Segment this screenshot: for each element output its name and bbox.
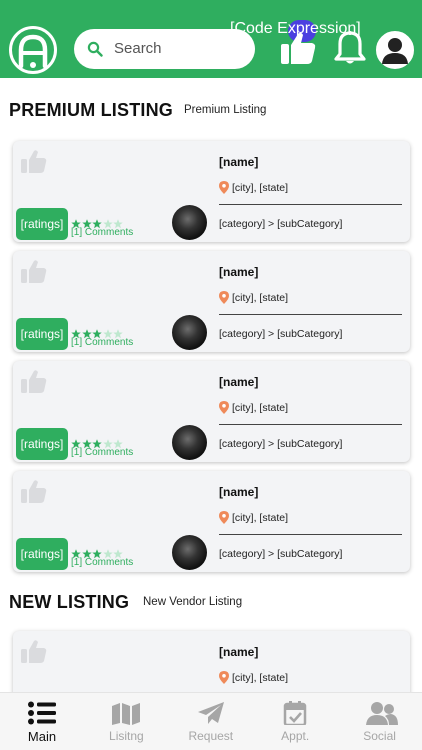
listing-card[interactable]: [name] [city], [state] [ratings] [1] Commen… — [13, 141, 410, 242]
nav-item-appt[interactable]: Appt. — [253, 693, 337, 750]
star-rating — [71, 546, 124, 559]
nav-item-label: Social — [363, 729, 396, 743]
listing-category: [category] > [subCategory] — [219, 218, 343, 230]
divider — [219, 204, 402, 205]
star-rating — [71, 326, 124, 339]
listing-category: [category] > [subCategory] — [219, 548, 343, 560]
nav-item-label: Main — [27, 729, 57, 744]
thumbs-up-icon[interactable] — [21, 480, 47, 504]
listing-card[interactable]: [name] [city], [state] — [13, 631, 410, 701]
top-bar: Search [Code Expression] — [0, 0, 422, 78]
listing-card[interactable]: [name] [city], [state] [ratings] [1] Commen… — [13, 361, 410, 462]
ratings-badge[interactable]: [ratings] — [16, 538, 68, 570]
vendor-avatar[interactable] — [172, 205, 207, 240]
ratings-badge[interactable]: [ratings] — [16, 208, 68, 240]
new-listing-subtitle: New Vendor Listing — [143, 596, 243, 608]
code-expression-overlay: [Code Expression] — [230, 20, 361, 37]
divider — [219, 534, 402, 535]
listing-location: [city], [state] — [232, 672, 289, 684]
location-pin-icon — [219, 401, 229, 414]
search-icon — [87, 41, 103, 57]
users-icon — [365, 702, 398, 725]
user-avatar[interactable] — [376, 31, 414, 69]
ratings-badge[interactable]: [ratings] — [16, 318, 68, 350]
nav-item-label: Lisitng — [109, 729, 144, 743]
ratings-badge[interactable]: [ratings] — [16, 428, 68, 460]
thumbs-up-icon[interactable] — [21, 640, 47, 664]
nav-item-main[interactable]: Main — [0, 693, 84, 750]
nav-item-request[interactable]: Request — [169, 693, 253, 750]
listing-name: [name] — [219, 485, 259, 499]
vendor-avatar[interactable] — [172, 425, 207, 460]
listing-category: [category] > [subCategory] — [219, 328, 343, 340]
location-pin-icon — [219, 511, 229, 524]
calendar-check-icon — [283, 701, 307, 725]
map-icon — [112, 703, 141, 725]
listing-name: [name] — [219, 645, 259, 659]
nav-item-lisitng[interactable]: Lisitng — [84, 693, 168, 750]
star-rating — [71, 436, 124, 449]
location-pin-icon — [219, 181, 229, 194]
paper-plane-icon — [197, 702, 224, 724]
comments-link[interactable]: [1] Comments — [71, 337, 133, 348]
location-pin-icon — [219, 291, 229, 304]
list-icon — [28, 701, 56, 725]
listing-name: [name] — [219, 155, 259, 169]
divider — [219, 424, 402, 425]
listing-location: [city], [state] — [232, 182, 289, 194]
premium-listing-subtitle: Premium Listing — [184, 104, 267, 116]
nav-item-label: Request — [188, 729, 234, 743]
search-input[interactable]: Search — [114, 40, 162, 57]
listing-category: [category] > [subCategory] — [219, 438, 343, 450]
user-icon — [382, 38, 408, 64]
thumbs-up-icon[interactable] — [21, 370, 47, 394]
app-logo[interactable] — [9, 26, 57, 74]
listing-name: [name] — [219, 265, 259, 279]
vendor-avatar[interactable] — [172, 315, 207, 350]
divider — [219, 314, 402, 315]
listing-location: [city], [state] — [232, 292, 289, 304]
listing-card[interactable]: [name] [city], [state] [ratings] [1] Commen… — [13, 471, 410, 572]
listing-name: [name] — [219, 375, 259, 389]
app-screen: Search [Code Expression] PREMIUM LISTING… — [0, 0, 422, 750]
search-bar[interactable]: Search — [74, 29, 255, 69]
thumbs-up-icon[interactable] — [21, 150, 47, 174]
star-rating — [71, 216, 124, 229]
listing-card[interactable]: [name] [city], [state] [ratings] [1] Commen… — [13, 251, 410, 352]
comments-link[interactable]: [1] Comments — [71, 447, 133, 458]
location-pin-icon — [219, 671, 229, 684]
comments-link[interactable]: [1] Comments — [71, 227, 133, 238]
logo-a-icon — [18, 34, 48, 69]
premium-listing-title: PREMIUM LISTING — [9, 100, 173, 120]
nav-item-social[interactable]: Social — [338, 693, 422, 750]
bottom-nav: Main Lisitng Request Appt. Social — [0, 692, 422, 750]
thumbs-up-icon[interactable] — [21, 260, 47, 284]
listing-location: [city], [state] — [232, 512, 289, 524]
comments-link[interactable]: [1] Comments — [71, 557, 133, 568]
listing-location: [city], [state] — [232, 402, 289, 414]
nav-item-label: Appt. — [281, 729, 310, 743]
new-listing-title: NEW LISTING — [9, 592, 130, 612]
vendor-avatar[interactable] — [172, 535, 207, 570]
